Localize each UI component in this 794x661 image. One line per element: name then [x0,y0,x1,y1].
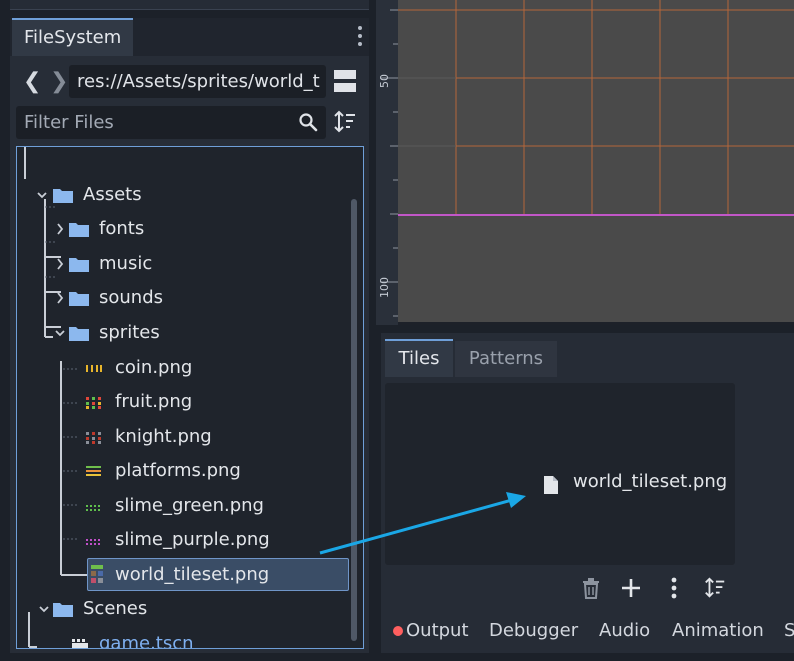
chevron-down-icon[interactable] [39,602,49,616]
filter-files-input[interactable] [16,106,286,139]
tree-item-label: sprites [99,322,160,343]
scene-clapper-icon [72,639,88,648]
tree-item-label: slime_purple.png [115,529,270,550]
tab-tiles[interactable]: Tiles [385,339,453,377]
tree-item-label: fonts [99,218,145,239]
dock-menu-icon[interactable] [357,26,363,48]
back-arrow-icon[interactable]: ❮ [23,70,41,94]
tree-item-label: music [99,253,153,274]
error-indicator-icon [393,626,403,636]
bottom-tab-output[interactable]: Output [406,613,469,649]
chevron-right-icon[interactable] [55,291,65,305]
image-thumbnail-icon [86,397,101,409]
trash-icon[interactable] [579,576,603,600]
tree-item-label: platforms.png [115,460,241,481]
image-thumbnail-icon [86,539,100,545]
add-icon[interactable] [619,576,643,600]
canvas-viewport: 50 100 [376,0,794,325]
tab-patterns[interactable]: Patterns [455,341,557,377]
bottom-tab-debugger[interactable]: Debugger [489,613,578,649]
chevron-down-icon[interactable] [55,326,65,340]
chevron-right-icon[interactable] [55,222,65,236]
forward-arrow-icon[interactable]: ❯ [50,70,68,94]
scene-canvas[interactable] [398,0,794,322]
image-thumbnail-icon [86,505,100,511]
file-tree[interactable]: Assets fonts music sounds sprites coin.p… [16,146,364,649]
folder-icon [69,258,89,272]
tileset-panel: Tiles Patterns world_tileset.png Output … [381,333,794,653]
dropped-file-label: world_tileset.png [573,471,728,492]
bottom-panel-bar: Output Debugger Audio Animation S [381,613,794,653]
ruler-label: 100 [378,277,391,298]
sort-icon[interactable] [333,109,357,135]
filesystem-tabbar: FileSystem [10,18,369,56]
folder-icon [69,327,89,341]
tile-grid [398,0,794,216]
ruler-label: 50 [378,74,391,88]
tree-item-label: coin.png [115,357,193,378]
filesystem-dock: FileSystem ❮ ❯ res://Assets/sprites/worl… [10,18,369,653]
bottom-tab-audio[interactable]: Audio [599,613,650,649]
bottom-tab-truncated[interactable]: S [784,613,794,649]
tree-item-label: sounds [99,287,164,308]
tree-item-label: fruit.png [115,391,193,412]
tiles-drop-area[interactable]: world_tileset.png [385,383,735,565]
tree-item-label: world_tileset.png [115,564,270,585]
vertical-ruler: 50 100 [376,0,398,325]
folder-icon [69,292,89,306]
chevron-right-icon[interactable] [55,257,65,271]
search-icon[interactable] [298,112,318,132]
image-thumbnail-icon [86,466,101,476]
more-options-icon[interactable] [662,576,686,600]
tree-item-label: Scenes [83,598,148,619]
tree-item-label: Assets [83,184,142,205]
folder-icon [53,603,73,617]
tree-item-label: knight.png [115,426,212,447]
image-thumbnail-icon [86,432,101,444]
image-thumbnail-icon [86,365,102,372]
folder-icon [53,189,73,203]
path-field[interactable]: res://Assets/sprites/world_t [69,65,326,98]
image-thumbnail-icon [91,565,103,583]
tree-item-label: slime_green.png [115,495,264,516]
filter-files-field[interactable] [16,106,326,139]
bottom-tab-animation[interactable]: Animation [672,613,764,649]
folder-icon [69,223,89,237]
split-mode-icon[interactable] [334,70,356,92]
top-dock-edge [10,0,369,10]
sort-icon[interactable] [703,576,727,600]
file-icon [544,476,558,494]
chevron-down-icon[interactable] [37,188,47,202]
tree-scrollbar[interactable] [351,199,357,641]
tab-filesystem[interactable]: FileSystem [12,18,133,56]
tree-item-label: game.tscn [99,633,194,649]
